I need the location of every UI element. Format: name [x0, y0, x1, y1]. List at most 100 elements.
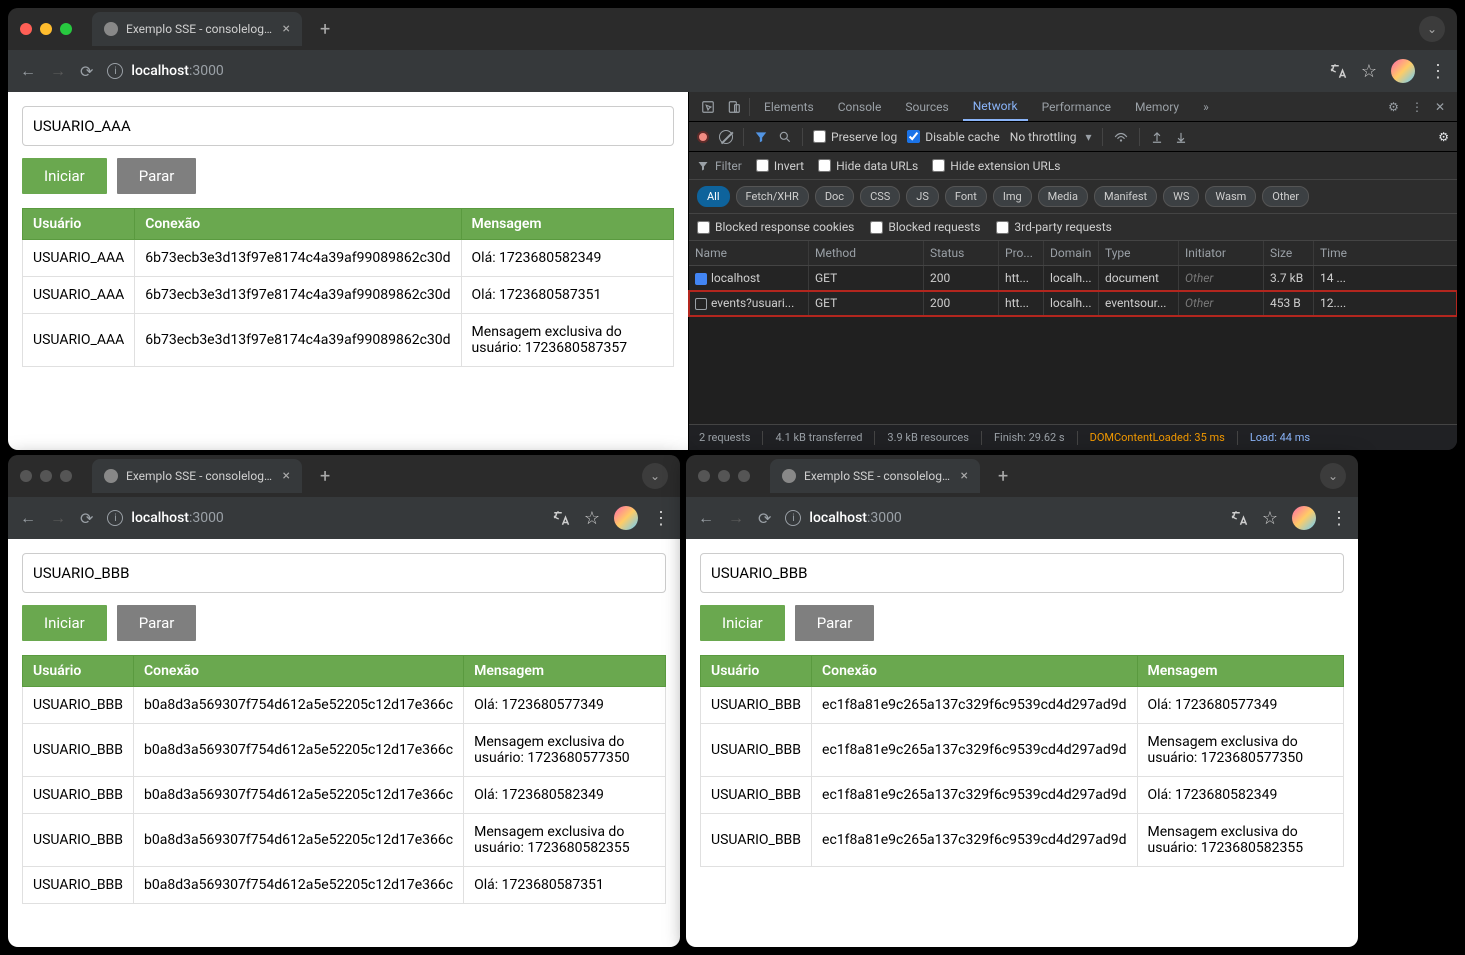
back-button[interactable]: ← [20, 508, 36, 528]
chip-all[interactable]: All [697, 186, 730, 207]
address-bar[interactable]: i localhost:3000 [107, 63, 223, 79]
tab-performance[interactable]: Performance [1032, 94, 1121, 120]
col-type[interactable]: Type [1099, 241, 1179, 265]
col-time[interactable]: Time [1314, 241, 1359, 265]
throttling-select[interactable]: No throttling ▾ [1010, 130, 1092, 144]
bookmark-icon[interactable]: ☆ [584, 508, 600, 529]
forward-button[interactable]: → [50, 508, 66, 528]
forward-button[interactable]: → [728, 508, 744, 528]
username-input[interactable] [22, 106, 674, 146]
back-button[interactable]: ← [20, 61, 36, 81]
forward-button[interactable]: → [50, 61, 66, 81]
third-party-checkbox[interactable]: 3rd-party requests [996, 220, 1111, 234]
start-button[interactable]: Iniciar [22, 605, 107, 641]
chip-fetch[interactable]: Fetch/XHR [736, 186, 809, 207]
col-domain[interactable]: Domain [1044, 241, 1099, 265]
search-icon[interactable] [778, 130, 792, 144]
tab-sources[interactable]: Sources [895, 94, 958, 120]
window-minimize-icon[interactable] [40, 23, 52, 35]
window-close-icon[interactable] [20, 23, 32, 35]
chip-css[interactable]: CSS [860, 186, 900, 207]
invert-checkbox[interactable]: Invert [756, 159, 804, 173]
chip-wasm[interactable]: Wasm [1205, 186, 1256, 207]
stop-button[interactable]: Parar [117, 605, 197, 641]
browser-menu-icon[interactable]: ⋮ [1429, 61, 1445, 82]
network-request-row[interactable]: localhostGET200htt...localh...documentOt… [689, 266, 1457, 291]
disable-cache-checkbox[interactable]: Disable cache [907, 130, 1000, 144]
col-status[interactable]: Status [924, 241, 999, 265]
devtools-close-icon[interactable]: ✕ [1431, 96, 1449, 118]
start-button[interactable]: Iniciar [22, 158, 107, 194]
network-conditions-icon[interactable] [1113, 130, 1129, 144]
chip-img[interactable]: Img [993, 186, 1032, 207]
window-zoom-icon[interactable] [60, 23, 72, 35]
site-info-icon[interactable]: i [107, 510, 123, 526]
devtools-menu-icon[interactable]: ⋮ [1407, 96, 1427, 118]
new-tab-button[interactable]: + [998, 466, 1008, 487]
window-minimize-icon[interactable] [40, 470, 52, 482]
window-zoom-icon[interactable] [738, 470, 750, 482]
expand-tabs-button[interactable]: ⌄ [1320, 463, 1346, 489]
chip-js[interactable]: JS [906, 186, 939, 207]
address-bar[interactable]: i localhost:3000 [785, 510, 901, 526]
close-tab-icon[interactable]: × [283, 21, 290, 37]
site-info-icon[interactable]: i [107, 63, 123, 79]
translate-icon[interactable] [1230, 509, 1248, 527]
settings-icon[interactable]: ⚙ [1384, 96, 1403, 118]
address-bar[interactable]: i localhost:3000 [107, 510, 223, 526]
record-button[interactable] [697, 131, 709, 143]
blocked-cookies-checkbox[interactable]: Blocked response cookies [697, 220, 854, 234]
chip-ws[interactable]: WS [1163, 186, 1199, 207]
window-close-icon[interactable] [20, 470, 32, 482]
hide-extension-urls-checkbox[interactable]: Hide extension URLs [932, 159, 1060, 173]
close-tab-icon[interactable]: × [961, 468, 968, 484]
tabs-overflow[interactable]: » [1193, 94, 1219, 120]
clear-button[interactable] [719, 130, 733, 144]
inspect-icon[interactable] [697, 96, 719, 118]
username-input[interactable] [22, 553, 666, 593]
preserve-log-checkbox[interactable]: Preserve log [813, 130, 897, 144]
bookmark-icon[interactable]: ☆ [1361, 61, 1377, 82]
stop-button[interactable]: Parar [117, 158, 197, 194]
col-size[interactable]: Size [1264, 241, 1314, 265]
hide-data-urls-checkbox[interactable]: Hide data URLs [818, 159, 918, 173]
chip-other[interactable]: Other [1262, 186, 1309, 207]
profile-avatar[interactable] [1292, 506, 1316, 530]
tab-network[interactable]: Network [963, 93, 1028, 121]
start-button[interactable]: Iniciar [700, 605, 785, 641]
close-tab-icon[interactable]: × [283, 468, 290, 484]
device-toggle-icon[interactable] [723, 96, 745, 118]
back-button[interactable]: ← [698, 508, 714, 528]
username-input[interactable] [700, 553, 1344, 593]
translate-icon[interactable] [1329, 62, 1347, 80]
tab-elements[interactable]: Elements [754, 94, 824, 120]
new-tab-button[interactable]: + [320, 19, 330, 40]
chip-doc[interactable]: Doc [815, 186, 854, 207]
chip-manifest[interactable]: Manifest [1094, 186, 1157, 207]
expand-tabs-button[interactable]: ⌄ [642, 463, 668, 489]
reload-button[interactable]: ⟳ [80, 509, 93, 528]
network-request-row[interactable]: events?usuari...GET200htt...localh...eve… [689, 291, 1457, 316]
new-tab-button[interactable]: + [320, 466, 330, 487]
bookmark-icon[interactable]: ☆ [1262, 508, 1278, 529]
profile-avatar[interactable] [1391, 59, 1415, 83]
chip-media[interactable]: Media [1038, 186, 1088, 207]
col-method[interactable]: Method [809, 241, 924, 265]
browser-menu-icon[interactable]: ⋮ [1330, 508, 1346, 529]
reload-button[interactable]: ⟳ [758, 509, 771, 528]
chip-font[interactable]: Font [945, 186, 987, 207]
col-name[interactable]: Name [689, 241, 809, 265]
filter-toggle-icon[interactable] [754, 130, 768, 144]
blocked-requests-checkbox[interactable]: Blocked requests [870, 220, 980, 234]
col-protocol[interactable]: Pro... [999, 241, 1044, 265]
tab-memory[interactable]: Memory [1125, 94, 1189, 120]
profile-avatar[interactable] [614, 506, 638, 530]
upload-har-icon[interactable] [1150, 130, 1164, 144]
window-minimize-icon[interactable] [718, 470, 730, 482]
window-close-icon[interactable] [698, 470, 710, 482]
reload-button[interactable]: ⟳ [80, 62, 93, 81]
stop-button[interactable]: Parar [795, 605, 875, 641]
browser-tab[interactable]: Exemplo SSE - consolelog.co × [770, 459, 980, 493]
expand-tabs-button[interactable]: ⌄ [1419, 16, 1445, 42]
translate-icon[interactable] [552, 509, 570, 527]
